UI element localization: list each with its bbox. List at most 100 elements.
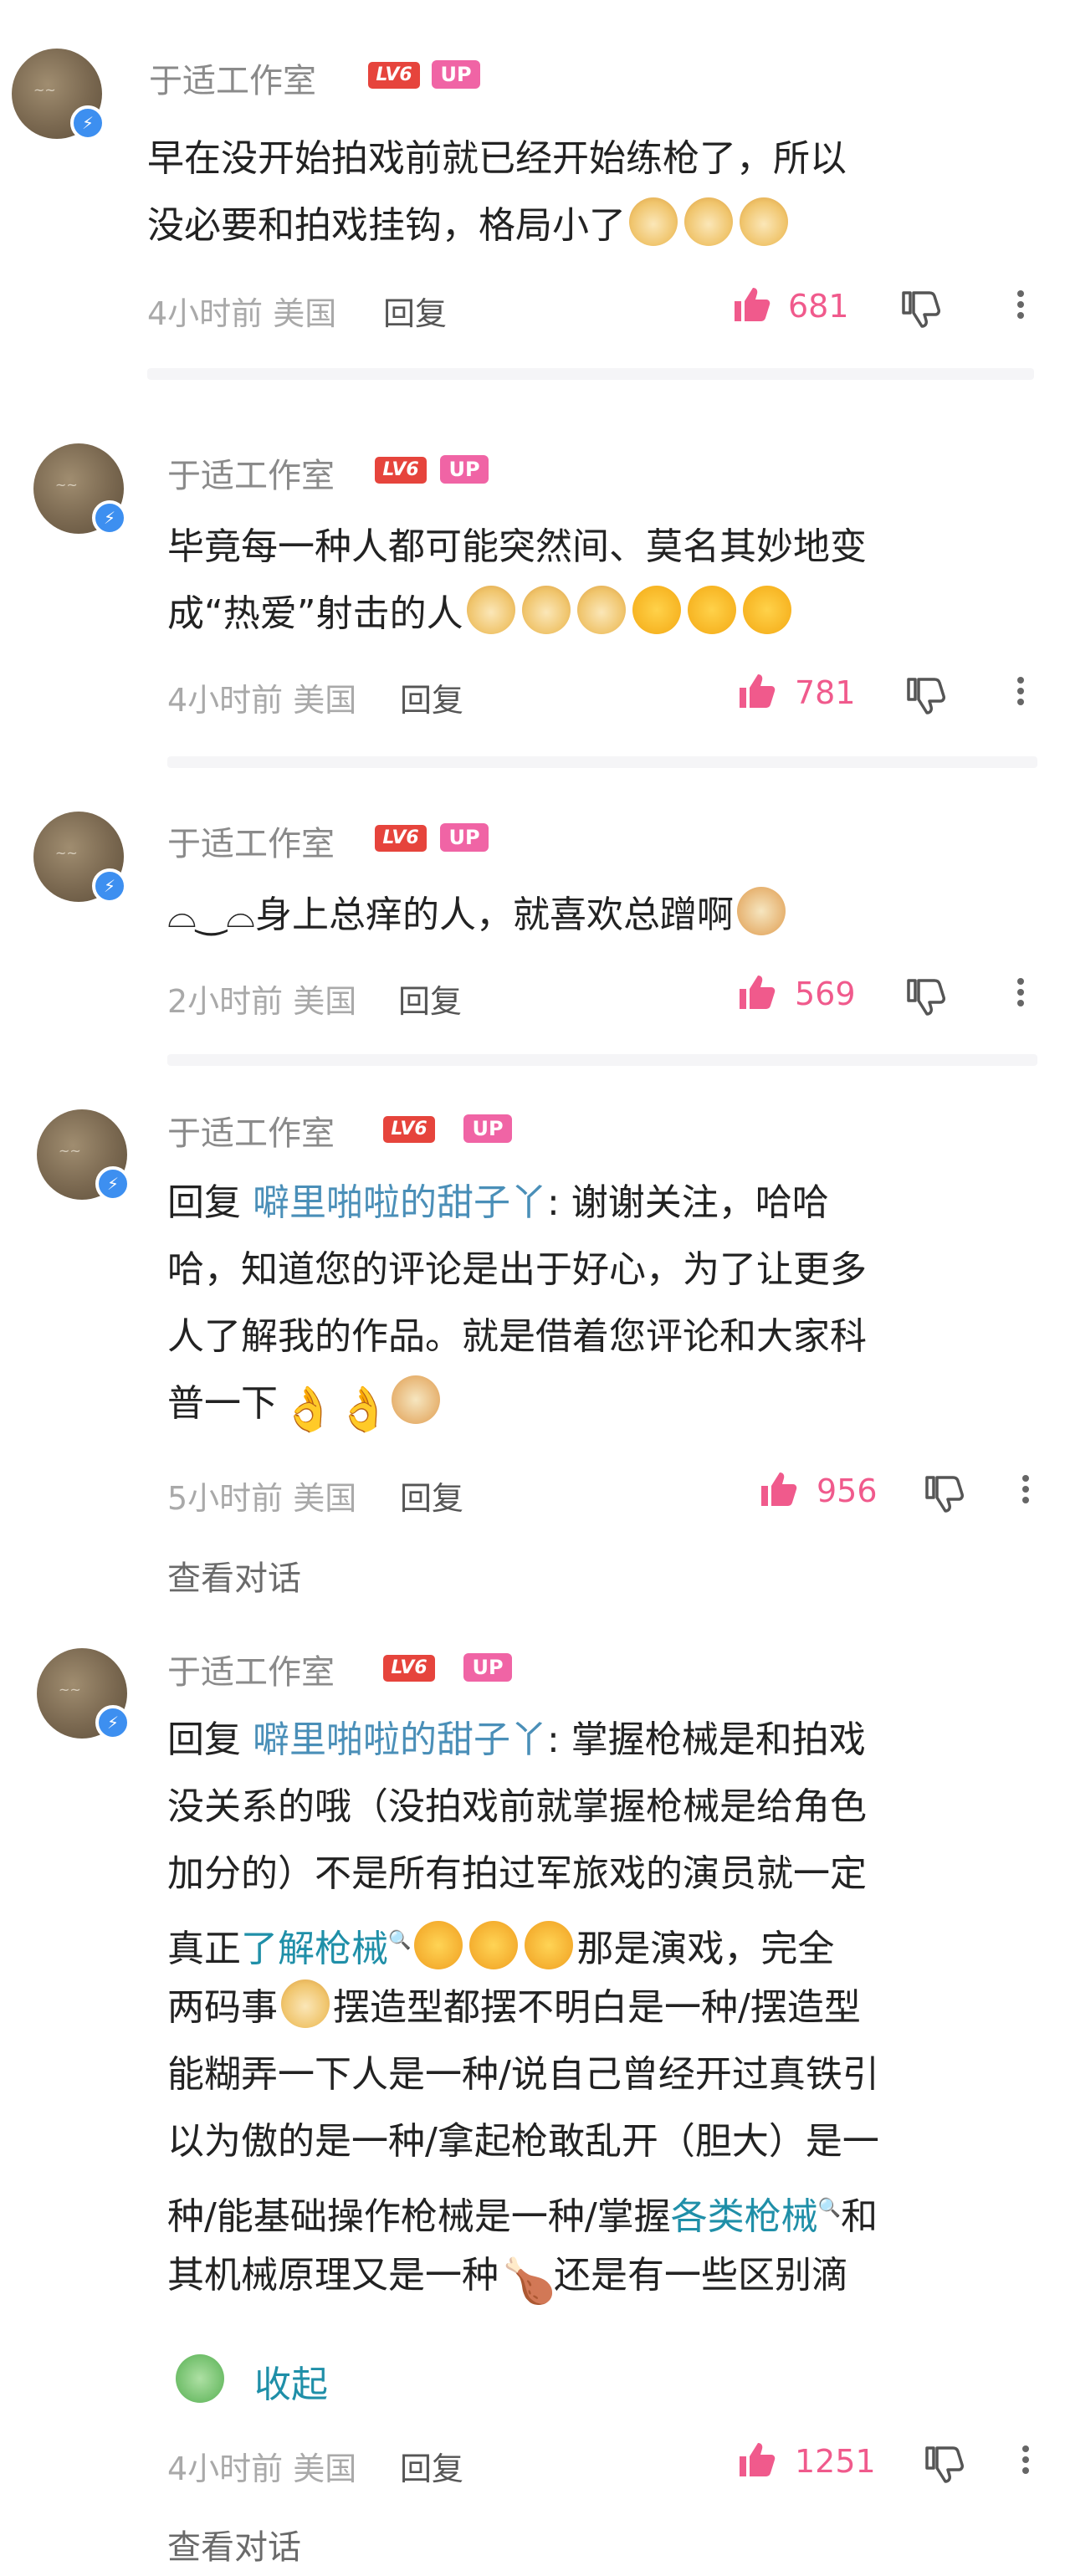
comment-line: 早在没开始拍戏前就已经开始练枪了，所以 [147,137,847,180]
author-name[interactable]: 于适工作室 [167,1645,335,1693]
time: 4小时前 [167,682,284,719]
thumbs-up-icon[interactable] [736,671,776,711]
reply-button[interactable]: 回复 [400,674,463,720]
avatar[interactable]: ~~ ⚡ [12,49,105,141]
comment-line: 成“热爱”射击的人 [167,592,463,635]
avatar-doodle: ~~ [59,1682,81,1698]
thumbs-up-icon[interactable] [736,2440,776,2480]
timestamp: 4小时前 美国 [147,288,336,334]
thumbs-down-icon[interactable] [905,676,945,716]
comment-line: 和 [841,2195,878,2238]
location: 美国 [293,1480,357,1517]
cover-face-emoji-icon [687,586,736,634]
lightning-badge-icon: ⚡ [95,1705,131,1740]
comment-line: : 谢谢关注，哈哈 [547,1181,829,1224]
laugh-cry-emoji-icon [469,1921,519,1969]
view-conversation-link[interactable]: 查看对话 [167,2520,301,2568]
location: 美国 [293,682,357,719]
level-badge: LV6 [375,457,427,484]
comment-text: 早在没开始拍戏前就已经开始练枪了，所以 没必要和拍戏挂钩，格局小了 [147,125,1067,259]
comment-line: 能糊弄一下人是一种/说自己曾经开过真铁引 [167,2053,879,2096]
comment-line: 没必要和拍戏挂钩，格局小了 [147,204,626,247]
like-count: 781 [795,674,856,711]
reply-target-user[interactable]: 噼里啪啦的甜子丫 [253,1718,547,1761]
comment-line: 以为傲的是一种/拿起枪敢乱开（胆大）是一 [167,2120,879,2163]
time: 5小时前 [167,1480,284,1517]
time: 4小时前 [167,2451,284,2487]
reply-button[interactable]: 回复 [398,976,462,1022]
author-name[interactable]: 于适工作室 [149,54,316,102]
avatar-doodle: ~~ [55,845,78,861]
thumbs-down-icon[interactable] [924,1474,964,1514]
thumbs-up-icon[interactable] [736,972,776,1012]
avatar[interactable]: ~~ ⚡ [37,1648,131,1740]
reply-prefix: 回复 [167,1181,241,1224]
author-name[interactable]: 于适工作室 [167,448,335,497]
more-vertical-icon[interactable] [1016,673,1026,713]
lightning-badge-icon: ⚡ [95,1166,131,1201]
reply-button[interactable]: 回复 [400,2443,463,2489]
more-vertical-icon[interactable] [1021,1471,1031,1511]
doge-emoji-icon [740,197,788,246]
comment-line: 种/能基础操作枪械是一种/掌握 [167,2195,671,2238]
like-count: 681 [788,288,849,325]
thumbs-down-icon[interactable] [905,977,945,1017]
comment-line-wrap: 回复 噼里啪啦的甜子丫: 掌握枪械是和拍戏 [167,1707,1070,1774]
thumbs-up-icon[interactable] [758,1469,798,1509]
comment-line-wrap: 种/能基础操作枪械是一种/掌握各类枪械🔍和 [167,2175,1070,2242]
view-conversation-link[interactable]: 查看对话 [167,1551,301,1600]
character-emoji-icon [392,1375,440,1424]
like-count: 569 [795,976,856,1012]
thumbs-down-icon[interactable] [924,2445,964,2485]
comment-line: 摆造型都摆不明白是一种/摆造型 [333,1986,861,2029]
thumbs-up-icon[interactable] [731,284,771,325]
comment-line: 普一下 [167,1382,278,1425]
author-name[interactable]: 于适工作室 [167,1106,335,1155]
avatar-doodle: ~~ [33,82,56,98]
location: 美国 [293,2451,357,2487]
up-badge: UP [463,1653,512,1682]
collapse-button[interactable]: 收起 [254,2354,328,2408]
comment-line: 人了解我的作品。就是借着您评论和大家科 [167,1315,867,1358]
search-icon: 🔍 [817,2198,842,2219]
location: 美国 [293,983,357,1020]
time: 2小时前 [167,983,284,1020]
search-link[interactable]: 各类枪械 [671,2195,818,2238]
more-vertical-icon[interactable] [1016,286,1026,326]
more-vertical-icon[interactable] [1016,974,1026,1014]
reply-button[interactable]: 回复 [383,288,447,334]
more-vertical-icon[interactable] [1021,2441,1031,2481]
comment-line: 其机械原理又是一种 [167,2254,499,2297]
level-badge: LV6 [368,62,420,89]
avatar[interactable]: ~~ ⚡ [37,1109,131,1201]
divider [167,756,1037,768]
doge-emoji-icon [629,197,678,246]
up-badge: UP [432,60,480,89]
comment-text: 回复 噼里啪啦的甜子丫: 掌握枪械是和拍戏 没关系的哦（没拍戏前就掌握枪械是给角… [167,1707,1070,2309]
cover-face-emoji-icon [632,586,681,634]
ok-hand-emoji-icon: 👌 [336,1385,391,1435]
comment-line: ⌓‿⌓身上总痒的人，就喜欢总蹭啊 [167,894,734,936]
divider [167,1054,1037,1066]
reply-button[interactable]: 回复 [400,1472,463,1518]
comment-line: 毕竟每一种人都可能突然间、莫名其妙地变 [167,525,867,568]
level-badge: LV6 [383,1655,435,1682]
up-badge: UP [440,823,489,852]
author-name[interactable]: 于适工作室 [167,817,335,865]
timestamp: 5小时前 美国 [167,1472,356,1518]
avatar[interactable]: ~~ ⚡ [33,812,127,904]
search-link[interactable]: 了解枪械 [241,1928,388,1970]
doge-rose-emoji-icon [281,1979,330,2028]
avatar[interactable]: ~~ ⚡ [33,443,127,535]
reply-target-user[interactable]: 噼里啪啦的甜子丫 [253,1181,547,1224]
comment-line-wrap: 两码事 摆造型都摆不明白是一种/摆造型 [167,1974,1070,2041]
reply-prefix: 回复 [167,1718,241,1761]
laugh-cry-emoji-icon [414,1921,463,1969]
comment-line-wrap: ⌓‿⌓身上总痒的人，就喜欢总蹭啊 [167,882,1070,949]
comment-line-wrap: 真正了解枪械🔍 那是演戏，完全 [167,1908,1070,1974]
search-icon: 🔍 [388,1930,412,1951]
thumbs-down-icon[interactable] [900,289,940,330]
comment-line: 两码事 [167,1986,278,2029]
smirk-emoji-icon [736,887,786,935]
level-badge: LV6 [383,1116,435,1143]
